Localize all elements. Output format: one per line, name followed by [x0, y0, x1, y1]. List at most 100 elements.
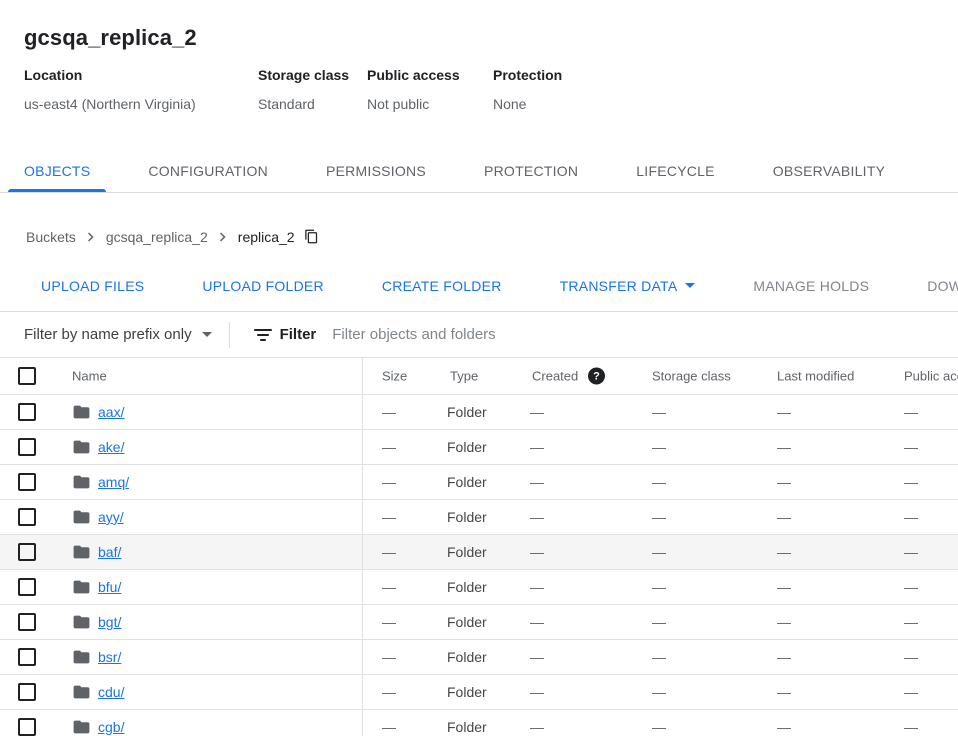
- objects-table: Name Size Type Created ? Storage class L…: [0, 358, 958, 736]
- tab-permissions[interactable]: PERMISSIONS: [310, 150, 442, 192]
- meta-value: Standard: [258, 96, 367, 112]
- table-row: cdu/ — Folder — — — —: [0, 675, 958, 710]
- cell-type: Folder: [447, 439, 487, 455]
- column-header-storage-class: Storage class: [652, 369, 731, 384]
- manage-holds-button[interactable]: MANAGE HOLDS: [737, 268, 885, 304]
- cell-size: —: [382, 474, 396, 490]
- select-all-checkbox[interactable]: [18, 367, 36, 385]
- folder-icon: [72, 578, 91, 597]
- cell-size: —: [382, 649, 396, 665]
- folder-link[interactable]: bgt/: [98, 614, 121, 630]
- table-row: ayy/ — Folder — — — —: [0, 500, 958, 535]
- folder-link[interactable]: aax/: [98, 404, 124, 420]
- filter-scope-dropdown[interactable]: Filter by name prefix only: [24, 326, 212, 343]
- cell-created: —: [530, 684, 544, 700]
- table-row: cgb/ — Folder — — — —: [0, 710, 958, 736]
- cell-last-modified: —: [777, 544, 791, 560]
- breadcrumb-buckets[interactable]: Buckets: [26, 229, 76, 245]
- cell-storage-class: —: [652, 474, 666, 490]
- row-checkbox[interactable]: [18, 543, 36, 561]
- cell-size: —: [382, 719, 396, 735]
- column-header-created: Created: [532, 369, 578, 384]
- transfer-data-button[interactable]: TRANSFER DATA: [544, 268, 712, 304]
- help-icon[interactable]: ?: [588, 368, 605, 385]
- folder-icon: [72, 718, 91, 736]
- cell-storage-class: —: [652, 544, 666, 560]
- table-row: bfu/ — Folder — — — —: [0, 570, 958, 605]
- cell-last-modified: —: [777, 509, 791, 525]
- cell-size: —: [382, 579, 396, 595]
- cell-size: —: [382, 404, 396, 420]
- row-checkbox[interactable]: [18, 718, 36, 736]
- filter-bar: Filter by name prefix only Filter: [0, 312, 958, 358]
- cell-storage-class: —: [652, 649, 666, 665]
- column-header-public-access: Public access: [904, 369, 958, 384]
- bucket-meta-item: Location us-east4 (Northern Virginia): [24, 67, 258, 112]
- folder-link[interactable]: amq/: [98, 474, 129, 490]
- filter-objects-input[interactable]: [330, 325, 958, 344]
- cell-created: —: [530, 579, 544, 595]
- meta-value: us-east4 (Northern Virginia): [24, 96, 258, 112]
- column-header-size: Size: [382, 369, 407, 384]
- row-checkbox[interactable]: [18, 438, 36, 456]
- cell-created: —: [530, 544, 544, 560]
- page-title: gcsqa_replica_2: [24, 25, 934, 51]
- folder-link[interactable]: ake/: [98, 439, 124, 455]
- tab-protection[interactable]: PROTECTION: [468, 150, 594, 192]
- cell-created: —: [530, 614, 544, 630]
- folder-icon: [72, 508, 91, 527]
- folder-icon: [72, 613, 91, 632]
- folder-link[interactable]: ayy/: [98, 509, 124, 525]
- cell-last-modified: —: [777, 684, 791, 700]
- table-row: aax/ — Folder — — — —: [0, 395, 958, 430]
- folder-link[interactable]: bsr/: [98, 649, 121, 665]
- cell-type: Folder: [447, 509, 487, 525]
- upload-files-button[interactable]: UPLOAD FILES: [25, 268, 160, 304]
- column-header-last-modified: Last modified: [777, 369, 854, 384]
- row-checkbox[interactable]: [18, 508, 36, 526]
- bucket-meta-item: Public access Not public: [367, 67, 493, 112]
- cell-size: —: [382, 684, 396, 700]
- create-folder-button[interactable]: CREATE FOLDER: [366, 268, 518, 304]
- chevron-right-icon: [214, 228, 232, 246]
- folder-link[interactable]: bfu/: [98, 579, 121, 595]
- cell-size: —: [382, 509, 396, 525]
- row-checkbox[interactable]: [18, 578, 36, 596]
- folder-link[interactable]: cdu/: [98, 684, 124, 700]
- row-checkbox[interactable]: [18, 648, 36, 666]
- meta-label: Public access: [367, 67, 493, 83]
- row-checkbox[interactable]: [18, 683, 36, 701]
- tab-lifecycle[interactable]: LIFECYCLE: [620, 150, 731, 192]
- tab-configuration[interactable]: CONFIGURATION: [132, 150, 284, 192]
- row-checkbox[interactable]: [18, 473, 36, 491]
- cell-type: Folder: [447, 684, 487, 700]
- cell-public-access: —: [904, 474, 918, 490]
- filter-label: Filter: [280, 326, 317, 343]
- cell-public-access: —: [904, 404, 918, 420]
- cell-public-access: —: [904, 544, 918, 560]
- meta-label: Storage class: [258, 67, 367, 83]
- cell-public-access: —: [904, 509, 918, 525]
- cell-type: Folder: [447, 579, 487, 595]
- filter-scope-label: Filter by name prefix only: [24, 326, 192, 343]
- cell-type: Folder: [447, 544, 487, 560]
- bucket-meta-item: Protection None: [493, 67, 562, 112]
- folder-link[interactable]: cgb/: [98, 719, 124, 735]
- table-row: bsr/ — Folder — — — —: [0, 640, 958, 675]
- folder-icon: [72, 648, 91, 667]
- upload-folder-button[interactable]: UPLOAD FOLDER: [186, 268, 340, 304]
- folder-icon: [72, 473, 91, 492]
- cell-last-modified: —: [777, 614, 791, 630]
- folder-link[interactable]: baf/: [98, 544, 121, 560]
- cell-public-access: —: [904, 719, 918, 735]
- cell-storage-class: —: [652, 684, 666, 700]
- breadcrumb-bucket-name[interactable]: gcsqa_replica_2: [106, 229, 208, 245]
- table-body: aax/ — Folder — — — — ake/ — Folder — — …: [0, 395, 958, 736]
- row-checkbox[interactable]: [18, 613, 36, 631]
- row-checkbox[interactable]: [18, 403, 36, 421]
- copy-icon[interactable]: [304, 228, 319, 245]
- tab-objects[interactable]: OBJECTS: [8, 150, 106, 192]
- cell-created: —: [530, 649, 544, 665]
- download-button[interactable]: DOWNLOAD: [911, 268, 958, 304]
- tab-observability[interactable]: OBSERVABILITY: [757, 150, 901, 192]
